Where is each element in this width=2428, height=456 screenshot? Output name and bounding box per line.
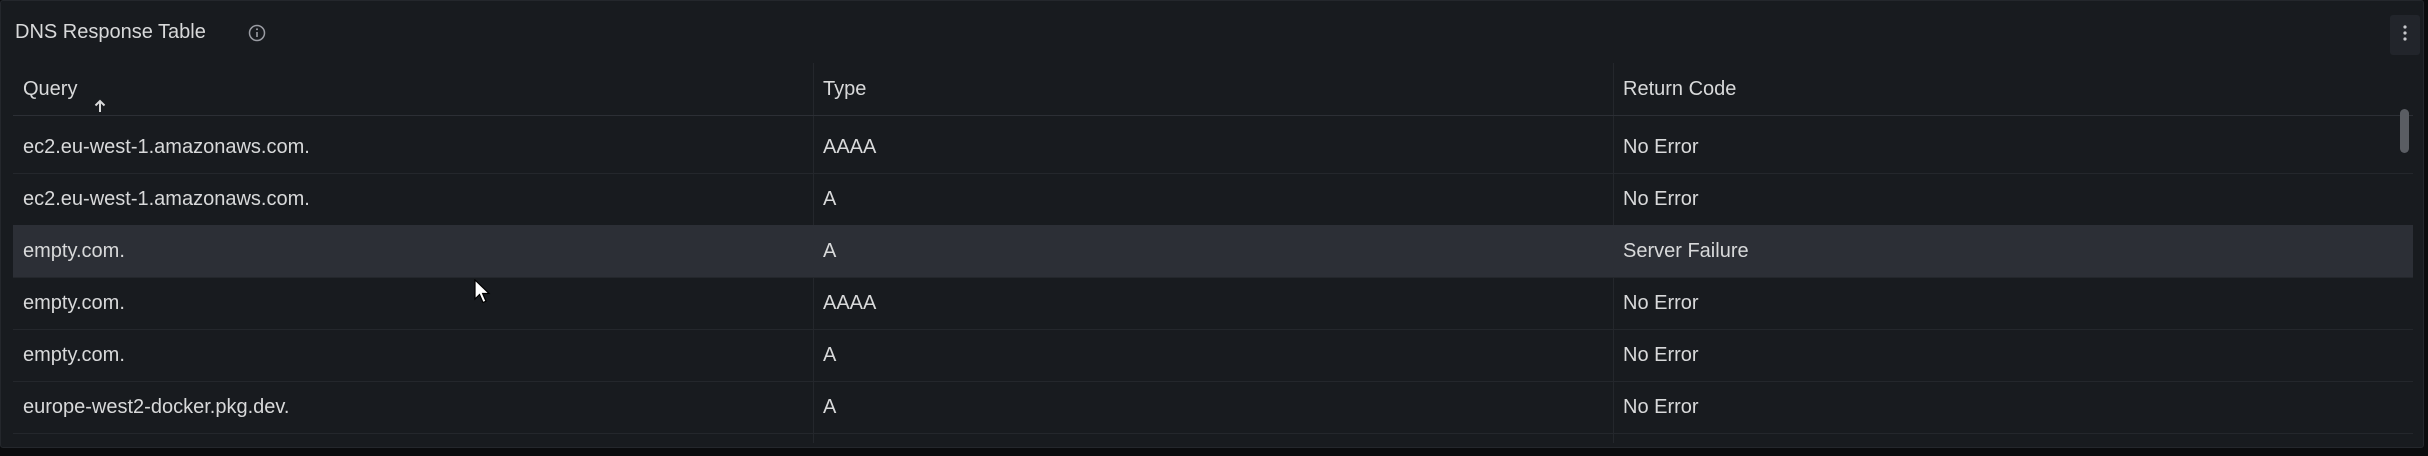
column-header-label: Return Code: [1623, 78, 1737, 100]
cell-query: empty.com.: [23, 240, 125, 262]
table-header: Query Type Return Code: [13, 63, 2413, 116]
panel-header: DNS Response Table: [1, 1, 2423, 55]
cell-type: A: [823, 396, 837, 418]
cell-type: A: [823, 344, 837, 366]
dns-response-table-panel: DNS Response Table Query Type Return Cod…: [0, 0, 2424, 448]
cell-type: AAAA: [823, 292, 877, 314]
vertical-ellipsis-icon: [2402, 24, 2408, 47]
column-header-return-code[interactable]: Return Code: [1623, 63, 1736, 115]
dns-table: Query Type Return Code ec2.eu-west-1.ama…: [13, 63, 2413, 443]
column-header-query[interactable]: Query: [23, 63, 107, 115]
cell-query: ec2.eu-west-1.amazonaws.com.: [23, 188, 310, 210]
cell-return-code: No Error: [1623, 136, 1699, 158]
info-circle-icon[interactable]: [248, 24, 266, 42]
table-row[interactable]: ec2.eu-west-1.amazonaws.com. A No Error: [13, 173, 2413, 226]
column-header-label: Type: [823, 78, 867, 100]
column-header-type[interactable]: Type: [823, 63, 866, 115]
cell-return-code: No Error: [1623, 292, 1699, 314]
cell-query: empty.com.: [23, 292, 125, 314]
cell-type: A: [823, 188, 837, 210]
table-row[interactable]: ec2.eu-west-1.amazonaws.com. AAAA No Err…: [13, 121, 2413, 174]
table-row-highlighted[interactable]: empty.com. A Server Failure: [13, 225, 2413, 278]
panel-menu-button[interactable]: [2390, 15, 2420, 55]
table-row[interactable]: empty.com. A No Error: [13, 329, 2413, 382]
arrow-up-icon: [93, 82, 107, 112]
table-row[interactable]: empty.com. AAAA No Error: [13, 277, 2413, 330]
cell-return-code: No Error: [1623, 344, 1699, 366]
cell-return-code: No Error: [1623, 188, 1699, 210]
cell-query: ec2.eu-west-1.amazonaws.com.: [23, 136, 310, 158]
cell-type: AAAA: [823, 136, 877, 158]
table-row[interactable]: europe-west2-docker.pkg.dev. A No Error: [13, 381, 2413, 434]
cell-query: europe-west2-docker.pkg.dev.: [23, 396, 290, 418]
cell-type: A: [823, 240, 837, 262]
cell-return-code: Server Failure: [1623, 240, 1749, 262]
cell-query: empty.com.: [23, 344, 125, 366]
vertical-scrollbar[interactable]: [2400, 109, 2409, 153]
panel-title: DNS Response Table: [15, 21, 206, 43]
mouse-pointer-icon: [474, 278, 492, 305]
cell-return-code: No Error: [1623, 396, 1699, 418]
column-header-label: Query: [23, 78, 78, 100]
